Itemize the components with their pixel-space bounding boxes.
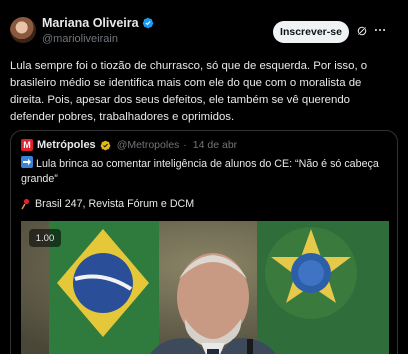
quote-headline: Lula brinca ao comentar inteligência de … — [21, 156, 389, 187]
quote-author-name: Metrópoles — [37, 139, 96, 151]
quote-date: 14 de abr — [192, 139, 238, 151]
quote-header: M Metrópoles @Metropoles · 14 de abr — [21, 139, 237, 151]
verified-badge-icon — [142, 17, 153, 29]
quote-sources: Brasil 247, Revista Fórum e DCM — [21, 198, 194, 210]
verified-badge-icon — [100, 140, 110, 150]
playback-speed-badge[interactable]: 1.00 — [29, 229, 61, 247]
video-player[interactable]: 1.00 — [21, 221, 389, 354]
quote-author-handle: @Metropoles — [116, 139, 180, 151]
arrow-right-icon — [21, 156, 33, 168]
more-icon[interactable] — [373, 23, 387, 37]
author-display-name[interactable]: Mariana Oliveira — [42, 16, 139, 30]
metropoles-logo: M — [21, 139, 33, 151]
subscribe-button[interactable]: Inscrever-se — [273, 21, 349, 43]
quote-sources-text: Brasil 247, Revista Fórum e DCM — [35, 198, 195, 210]
brazil-emblem — [257, 221, 389, 354]
avatar[interactable] — [10, 17, 36, 43]
quote-separator: · — [183, 139, 187, 151]
video-frame — [21, 221, 389, 354]
tweet-text: Lula sempre foi o tiozão de churrasco, s… — [10, 60, 368, 123]
author-handle[interactable]: @marioliveirain — [42, 33, 118, 45]
quoted-post[interactable]: M Metrópoles @Metropoles · 14 de abr Lul… — [10, 130, 398, 354]
flag-left — [49, 221, 159, 354]
post: Mariana Oliveira @marioliveirain Inscrev… — [0, 0, 408, 354]
grok-icon[interactable] — [356, 25, 368, 37]
pin-icon — [21, 198, 30, 210]
quote-headline-text: Lula brinca ao comentar inteligência de … — [21, 158, 379, 185]
author-name-row: Mariana Oliveira — [42, 16, 154, 30]
